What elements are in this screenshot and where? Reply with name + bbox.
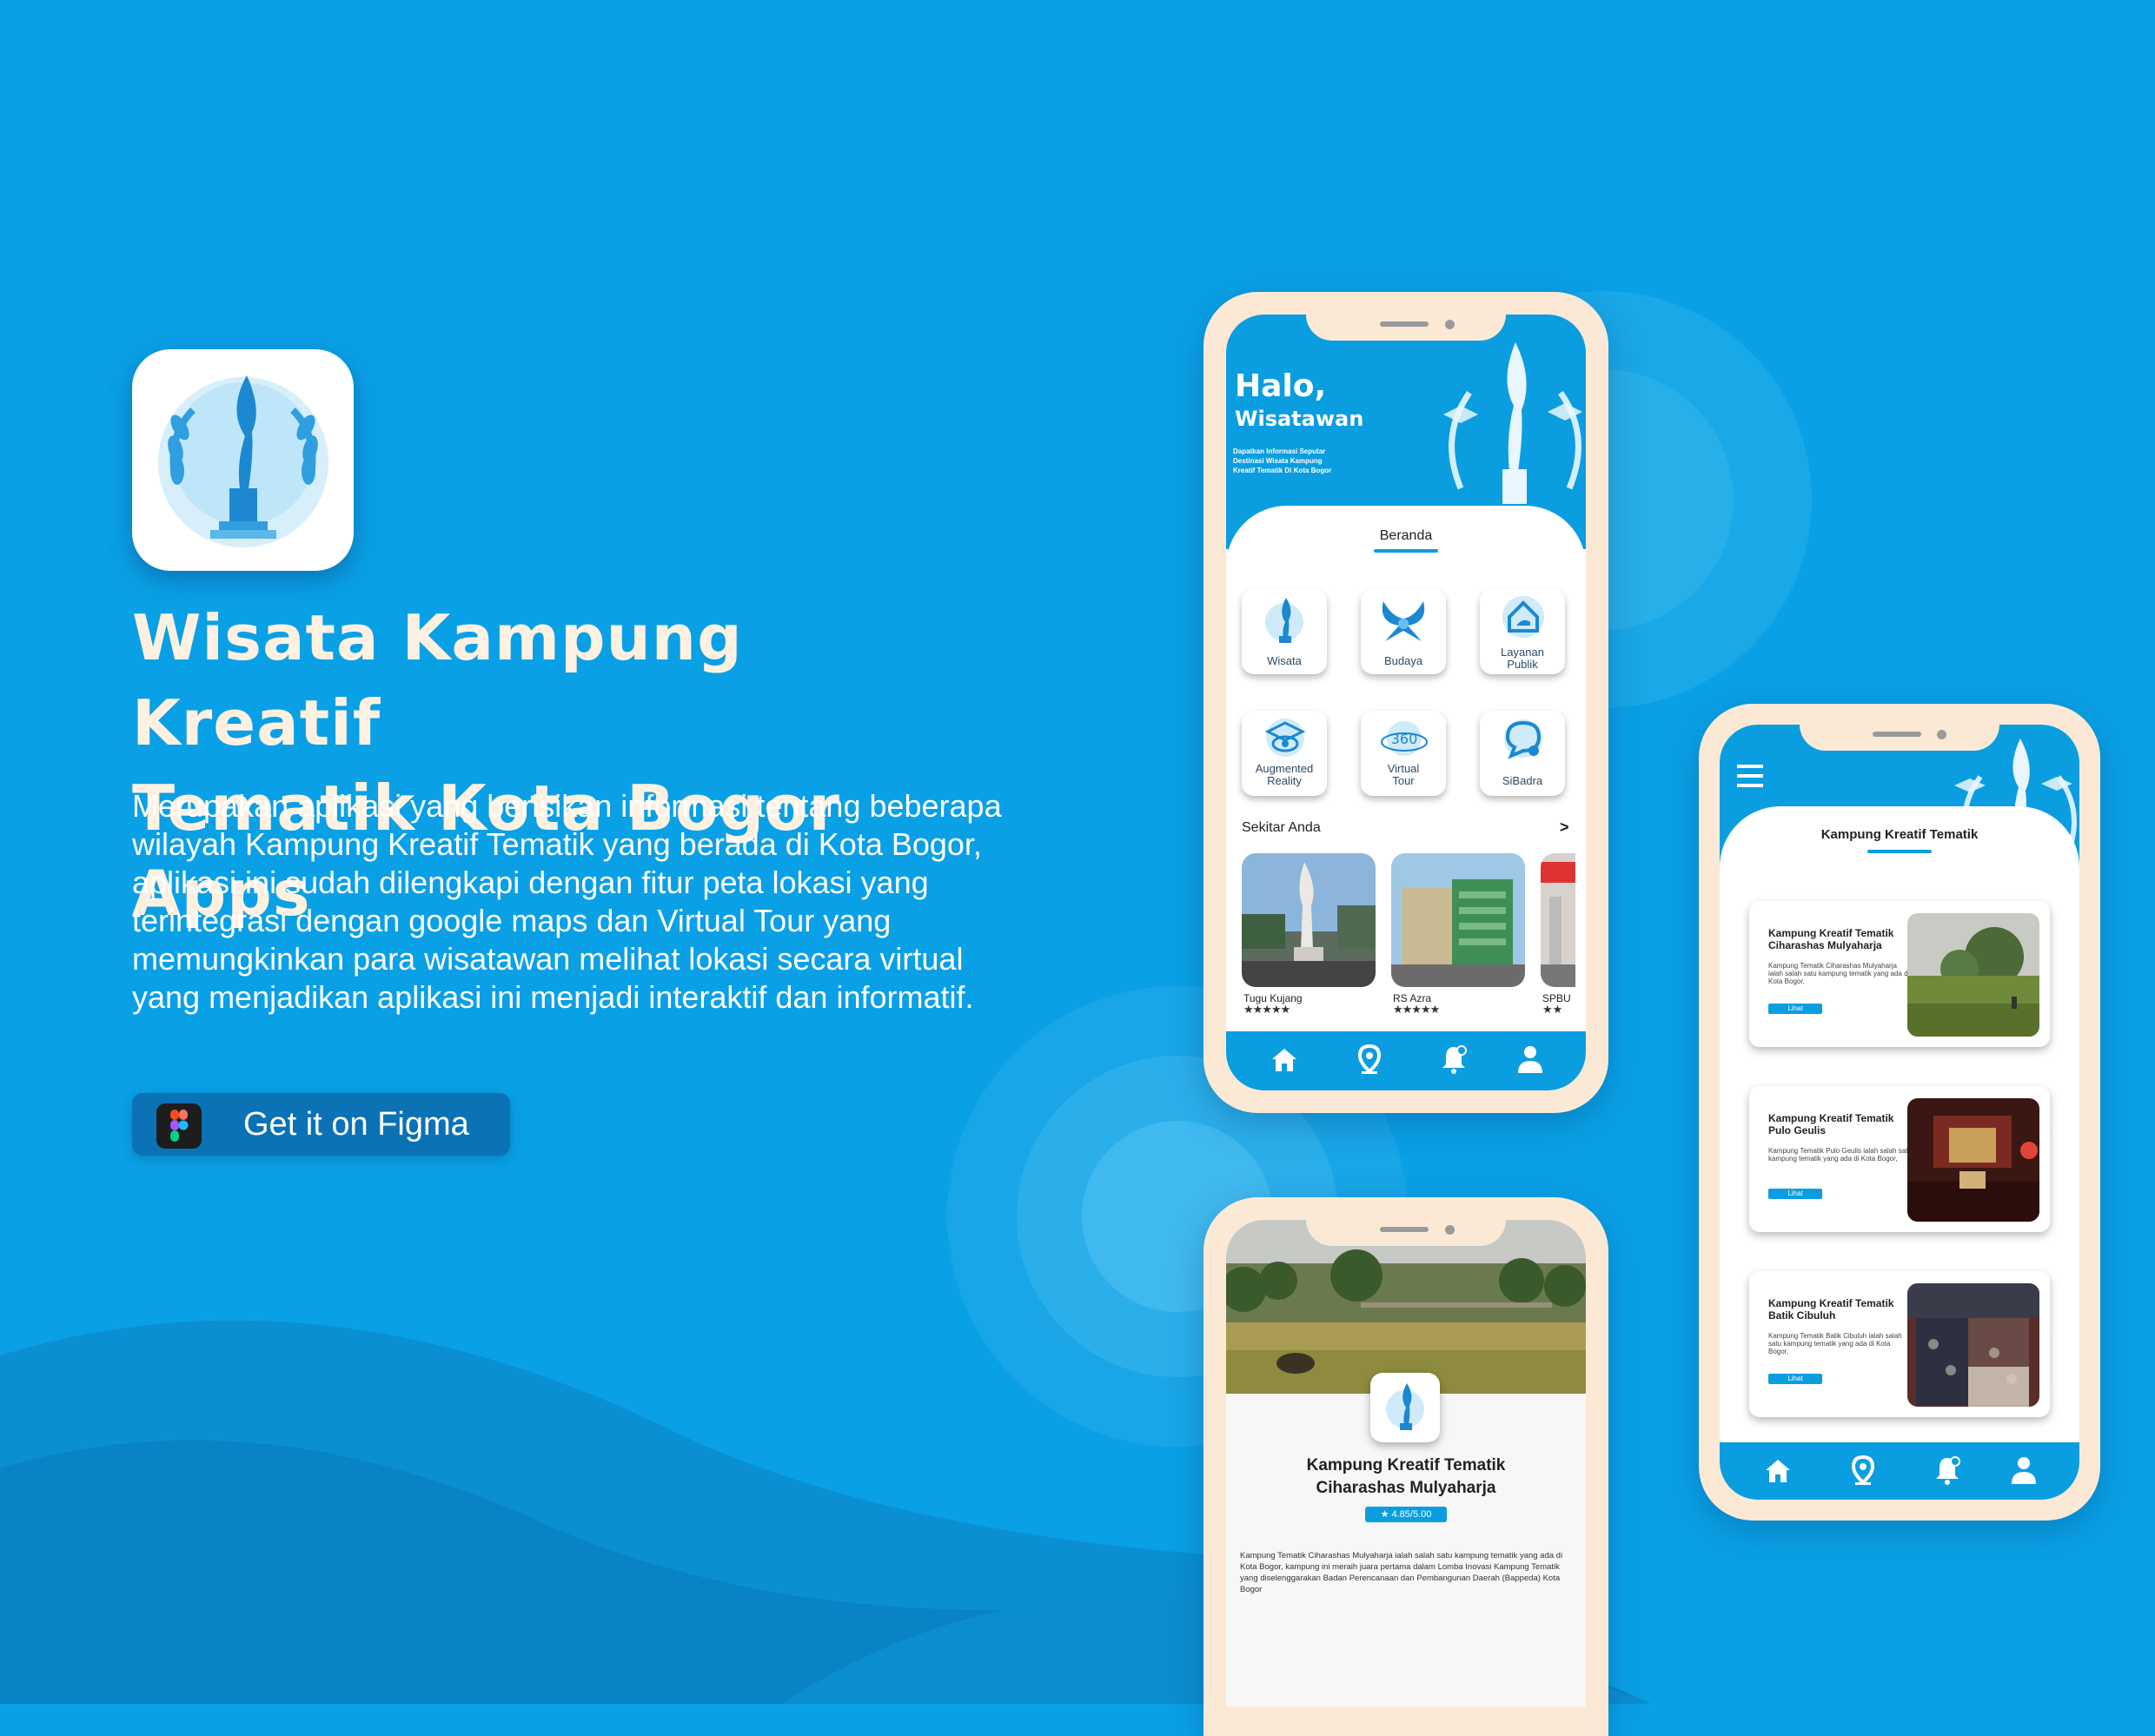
phone-list: Kampung Kreatif Tematik Kampung Kreatif … [1699,704,2100,1521]
menu-budaya-label: Budaya [1383,654,1423,667]
tab-indicator [1374,549,1438,553]
nearby-rating-spbu: ★★ [1542,1003,1563,1016]
phone-camera [1445,320,1455,329]
card-text: Kampung Tematik Pulo Geulis ialah salah … [1768,1147,1912,1163]
ar-icon [1264,719,1306,757]
menu-augmented-reality[interactable]: Augmented Reality [1242,711,1327,796]
notification-bell-icon[interactable] [1440,1044,1468,1075]
home-screen: Halo, Wisatawan Dapatkan Informasi Seput… [1226,315,1586,1090]
menu-layanan-publik-label: Layanan Publik [1501,646,1544,671]
nearby-photo [1242,853,1376,987]
list-page-title: Kampung Kreatif Tematik [1820,827,1979,842]
profile-icon[interactable] [1516,1044,1544,1075]
home-icon[interactable] [1763,1456,1793,1486]
detail-screen: Kampung Kreatif Tematik Ciharashas Mulya… [1226,1220,1586,1706]
tab-beranda[interactable]: Beranda [1226,528,1586,544]
get-it-on-figma-button[interactable]: Get it on Figma [132,1093,510,1156]
detail-hero-photo [1226,1220,1586,1394]
detail-logo-badge [1370,1373,1440,1442]
phone-speaker [1380,1227,1429,1232]
menu-sibadra[interactable]: SiBadra [1480,711,1565,796]
hamburger-menu-icon[interactable] [1737,765,1767,787]
app-icon [132,349,354,571]
phone-notch [1306,1197,1506,1246]
location-pin-icon[interactable] [1850,1454,1876,1486]
menu-layanan-publik[interactable]: Layanan Publik [1480,589,1565,674]
nearby-photo [1391,853,1525,987]
card-title: Kampung Kreatif Tematik Pulo Geulis [1768,1112,1894,1136]
header-logo-icon [1443,342,1582,504]
phone-speaker [1380,321,1429,327]
card-title: Kampung Kreatif Tematik Ciharashas Mulya… [1768,927,1894,951]
menu-budaya[interactable]: Budaya [1361,589,1446,674]
detail-rating-badge: ★ 4.85/5.00 [1365,1507,1447,1522]
card-photo [1907,1283,2039,1407]
detail-title-line-1: Kampung Kreatif Tematik [1306,1456,1506,1474]
360-icon: 360 [1381,721,1428,756]
notification-bell-icon[interactable] [1933,1454,1961,1486]
menu-wisata-label: Wisata [1267,654,1302,667]
home-tab-bar [1226,1031,1586,1090]
menu-sibadra-label: SiBadra [1502,774,1543,787]
card-lihat-button[interactable]: Lihat [1768,1189,1822,1199]
list-card-pulo-geulis[interactable]: Kampung Kreatif Tematik Pulo Geulis Kamp… [1749,1086,2050,1232]
greeting-title: Halo, [1235,368,1327,404]
phone-camera [1445,1225,1455,1235]
location-pin-icon[interactable] [1356,1044,1383,1075]
culture-icon [1382,601,1425,641]
figma-button-label: Get it on Figma [243,1106,469,1143]
card-photo [1907,913,2039,1037]
nearby-card-spbu[interactable] [1541,853,1575,989]
card-photo [1907,1098,2039,1222]
phone-home: Halo, Wisatawan Dapatkan Informasi Seput… [1203,292,1608,1113]
phone-camera [1937,730,1946,739]
list-tab-bar [1720,1442,2079,1500]
phone-detail: Kampung Kreatif Tematik Ciharashas Mulya… [1203,1197,1608,1736]
detail-title-line-2: Ciharashas Mulyaharja [1316,1479,1496,1497]
card-lihat-button[interactable]: Lihat [1768,1374,1822,1384]
chat-icon [1504,719,1542,759]
detail-description: Kampung Tematik Ciharashas Mulyaharja ia… [1240,1551,1563,1594]
figma-logo-icon [156,1103,202,1149]
nearby-card-rs-azra[interactable] [1391,853,1525,989]
nearby-photo [1541,853,1575,987]
list-card-batik-cibuluh[interactable]: Kampung Kreatif Tematik Batik Cibuluh Ka… [1749,1271,2050,1417]
list-card-ciharashas[interactable]: Kampung Kreatif Tematik Ciharashas Mulya… [1749,901,2050,1047]
menu-virtual-tour-label: Virtual Tour [1387,762,1420,787]
list-screen: Kampung Kreatif Tematik Kampung Kreatif … [1720,725,2079,1500]
card-lihat-button[interactable]: Lihat [1768,1004,1822,1014]
phone-notch [1800,704,1999,751]
phone-notch [1306,292,1506,341]
greeting-subtitle: Dapatkan Informasi Seputar Destinasi Wis… [1233,447,1332,474]
card-text: Kampung Tematik Batik Cibuluh ialah sala… [1768,1332,1902,1355]
nearby-rating-tugu-kujang: ★★★★★ [1243,1003,1290,1016]
card-title: Kampung Kreatif Tematik Batik Cibuluh [1768,1297,1894,1322]
headline-line-1: Wisata Kampung Kreatif [132,601,743,759]
home-icon[interactable] [1270,1045,1299,1075]
kujang-logo-icon [1386,1383,1424,1430]
public-service-icon [1502,596,1544,638]
profile-icon[interactable] [2010,1454,2038,1486]
phone-speaker [1873,732,1921,737]
menu-augmented-reality-label: Augmented Reality [1255,762,1314,787]
nearby-more-button[interactable]: > [1560,818,1569,837]
menu-virtual-tour[interactable]: 360 Virtual Tour [1361,711,1446,796]
card-text: Kampung Tematik Ciharashas Mulyaharja ia… [1768,962,1910,985]
monument-icon [1265,598,1303,643]
nearby-card-tugu-kujang[interactable] [1242,853,1376,989]
greeting-name: Wisatawan [1235,407,1364,431]
nearby-title: Sekitar Anda [1242,820,1321,835]
nearby-rating-rs-azra: ★★★★★ [1393,1003,1440,1016]
kujang-logo-icon [158,375,328,547]
app-description: Merupakan aplikasi yang berisikan inform… [132,788,1002,1015]
list-title-indicator [1867,850,1932,853]
menu-wisata[interactable]: Wisata [1242,589,1327,674]
